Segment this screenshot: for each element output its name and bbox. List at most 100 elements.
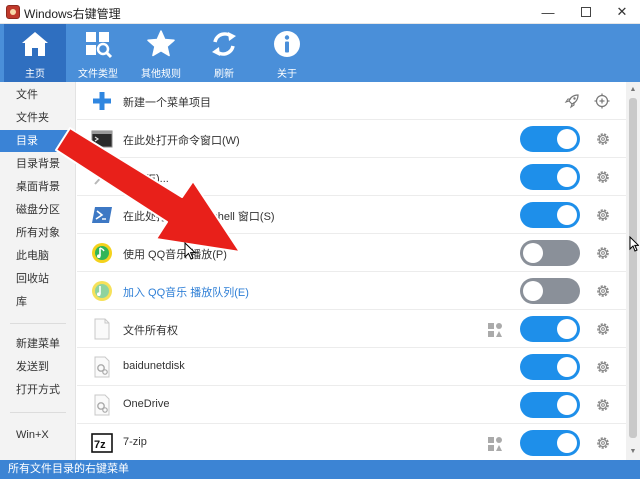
- menu-item-label: baidunetdisk: [123, 360, 185, 372]
- menu-item-row[interactable]: 在此处打开 Powershell 窗口(S): [77, 196, 626, 234]
- sidebar-item-open-with[interactable]: 打开方式: [0, 379, 76, 401]
- sidebar-item-file[interactable]: 文件: [0, 84, 76, 106]
- enable-toggle[interactable]: [520, 278, 580, 304]
- sidebar: 文件 文件夹 目录 目录背景 桌面背景 磁盘分区 所有对象 此电脑 回收站 库 …: [0, 82, 76, 460]
- enable-toggle[interactable]: [520, 164, 580, 190]
- gear-icon[interactable]: [595, 169, 611, 185]
- gear-icon[interactable]: [595, 359, 611, 375]
- 7zip-icon: 7z: [91, 433, 113, 453]
- gear-icon[interactable]: [595, 245, 611, 261]
- menu-item-row[interactable]: OneDrive: [77, 386, 626, 424]
- status-bar: 所有文件目录的右键菜单: [0, 460, 640, 479]
- shapes-icon[interactable]: [487, 436, 503, 452]
- plus-icon: [93, 92, 111, 110]
- sidebar-item-win-x[interactable]: Win+X: [0, 424, 76, 446]
- refresh-icon: [212, 32, 236, 56]
- sidebar-divider: [10, 323, 66, 324]
- sidebar-item-folder[interactable]: 文件夹: [0, 107, 76, 129]
- scroll-down-icon[interactable]: ▼: [629, 448, 637, 456]
- main-toolbar: 主页 文件类型 其他规则 刷新 关于: [0, 24, 640, 82]
- menu-item-row[interactable]: baidunetdisk: [77, 348, 626, 386]
- sidebar-item-library[interactable]: 库: [0, 291, 76, 313]
- enable-toggle[interactable]: [520, 202, 580, 228]
- menu-item-label: 在此处打开命令窗口(W): [123, 135, 240, 147]
- toggle-knob: [557, 167, 577, 187]
- toggle-knob: [557, 129, 577, 149]
- toolbar-file-types[interactable]: 文件类型: [67, 24, 129, 82]
- toolbar-home[interactable]: 主页: [4, 24, 66, 82]
- menu-items-list: 新建一个菜单项目 在此处打开命令窗口(W) 搜索(E)... 在此处打开 Pow…: [77, 82, 626, 460]
- toolbar-about[interactable]: 关于: [256, 24, 318, 82]
- menu-item-row[interactable]: 文件所有权: [77, 310, 626, 348]
- gear-icon[interactable]: [595, 283, 611, 299]
- toolbar-other-rules[interactable]: 其他规则: [130, 24, 192, 82]
- sidebar-item-all-objects[interactable]: 所有对象: [0, 222, 76, 244]
- enable-toggle[interactable]: [520, 126, 580, 152]
- qq-music-light-icon: [92, 281, 112, 301]
- gear-file-icon: [94, 394, 110, 416]
- maximize-button[interactable]: [568, 0, 604, 24]
- toggle-knob: [557, 433, 577, 453]
- scroll-up-icon[interactable]: ▲: [629, 86, 637, 94]
- sidebar-item-this-pc[interactable]: 此电脑: [0, 245, 76, 267]
- sidebar-item-new-menu[interactable]: 新建菜单: [0, 333, 76, 355]
- menu-item-label: 使用 QQ音乐 播放(P): [123, 249, 227, 261]
- toggle-knob: [557, 357, 577, 377]
- home-icon: [22, 32, 48, 56]
- toolbar-refresh-label: 刷新: [214, 69, 234, 80]
- rocket-icon[interactable]: [564, 93, 580, 109]
- shapes-icon[interactable]: [487, 322, 503, 338]
- menu-item-row[interactable]: 搜索(E)...: [77, 158, 626, 196]
- toggle-knob: [557, 395, 577, 415]
- toggle-knob: [557, 205, 577, 225]
- sidebar-divider: [10, 412, 66, 413]
- title-bar: Windows右键管理 — ✕: [0, 0, 640, 24]
- toolbar-home-label: 主页: [25, 69, 45, 80]
- sidebar-item-recycle-bin[interactable]: 回收站: [0, 268, 76, 290]
- menu-item-label: 搜索(E)...: [123, 173, 169, 185]
- enable-toggle[interactable]: [520, 240, 580, 266]
- menu-item-label: 文件所有权: [123, 325, 178, 337]
- menu-item-label: 加入 QQ音乐 播放队列(E): [123, 287, 249, 299]
- gear-icon[interactable]: [595, 321, 611, 337]
- gear-icon[interactable]: [595, 207, 611, 223]
- close-button[interactable]: ✕: [604, 0, 640, 24]
- enable-toggle[interactable]: [520, 392, 580, 418]
- menu-item-row[interactable]: 加入 QQ音乐 播放队列(E): [77, 272, 626, 310]
- maximize-icon: [581, 7, 591, 17]
- file-types-icon: [86, 32, 113, 59]
- minimize-button[interactable]: —: [530, 0, 566, 24]
- gear-icon[interactable]: [595, 435, 611, 451]
- mouse-cursor-icon: [184, 242, 196, 260]
- search-pen-icon: [94, 169, 109, 185]
- menu-item-row[interactable]: 使用 QQ音乐 播放(P): [77, 234, 626, 272]
- sidebar-item-send-to[interactable]: 发送到: [0, 356, 76, 378]
- toolbar-refresh[interactable]: 刷新: [193, 24, 255, 82]
- menu-item-label: OneDrive: [123, 398, 170, 410]
- sidebar-item-directory-background[interactable]: 目录背景: [0, 153, 76, 175]
- scrollbar-thumb[interactable]: [629, 98, 637, 438]
- app-logo-icon: [6, 5, 20, 19]
- cmd-window-icon: [91, 130, 113, 148]
- toggle-knob: [523, 281, 543, 301]
- mouse-cursor-icon: [629, 236, 639, 252]
- sidebar-item-desktop-background[interactable]: 桌面背景: [0, 176, 76, 198]
- toolbar-other-rules-label: 其他规则: [141, 69, 181, 80]
- gear-icon[interactable]: [595, 397, 611, 413]
- powershell-icon: [92, 207, 112, 223]
- toolbar-about-label: 关于: [277, 69, 297, 80]
- svg-text:7z: 7z: [94, 439, 106, 451]
- menu-item-label: 7-zip: [123, 436, 147, 448]
- sidebar-item-directory[interactable]: 目录: [0, 130, 76, 152]
- enable-toggle[interactable]: [520, 316, 580, 342]
- menu-item-label: 在此处打开 Powershell 窗口(S): [123, 211, 275, 223]
- add-crosshair-icon[interactable]: [594, 93, 610, 109]
- vertical-scrollbar[interactable]: ▲ ▼: [626, 82, 640, 460]
- enable-toggle[interactable]: [520, 354, 580, 380]
- menu-item-row[interactable]: 7z 7-zip: [77, 424, 626, 460]
- menu-item-row[interactable]: 在此处打开命令窗口(W): [77, 120, 626, 158]
- new-menu-item-row[interactable]: 新建一个菜单项目: [77, 82, 626, 120]
- sidebar-item-disk-partition[interactable]: 磁盘分区: [0, 199, 76, 221]
- enable-toggle[interactable]: [520, 430, 580, 456]
- gear-icon[interactable]: [595, 131, 611, 147]
